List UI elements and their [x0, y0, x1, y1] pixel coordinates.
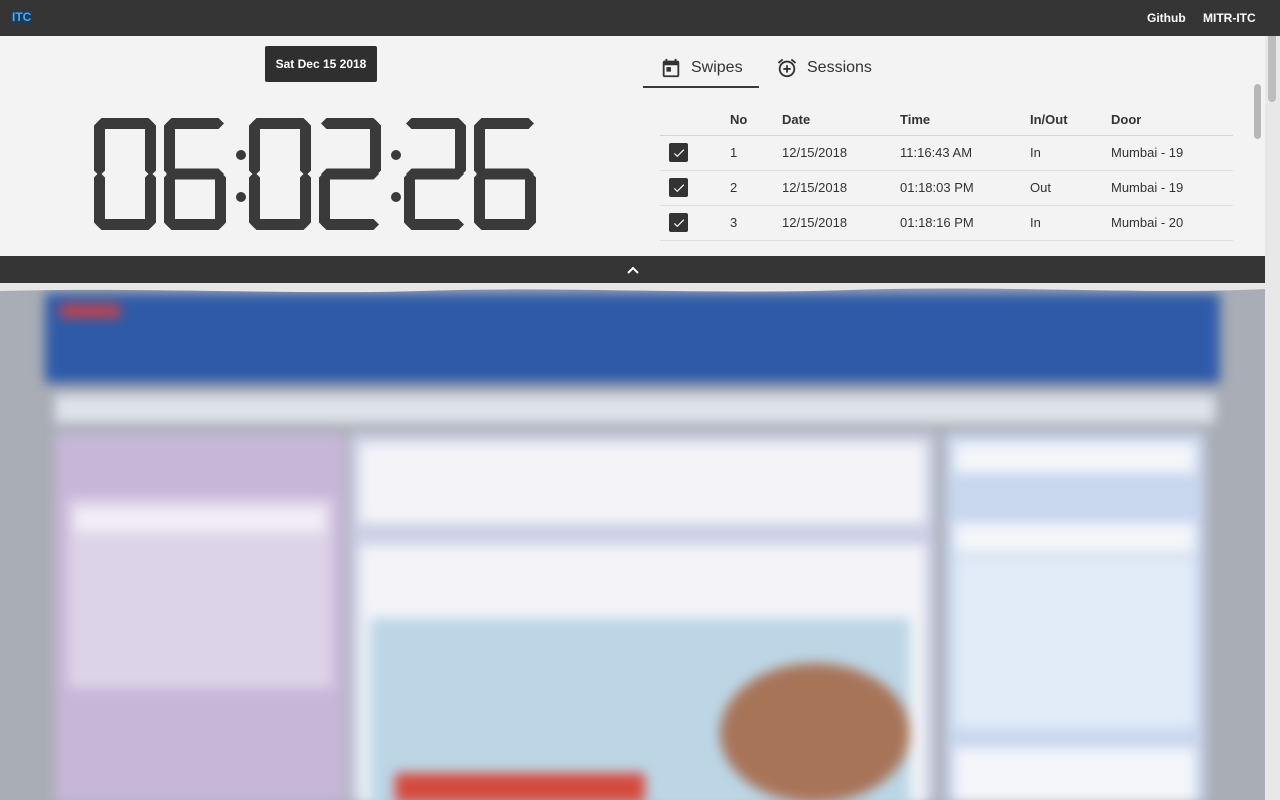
tab-swipes-label: Swipes: [691, 58, 743, 76]
clock-digit: [404, 118, 466, 230]
active-tab-indicator: [643, 86, 759, 88]
table-row: 3 12/15/2018 01:18:16 PM In Mumbai - 20: [660, 205, 1233, 241]
date-badge: Sat Dec 15 2018: [265, 46, 377, 82]
cell-door: Mumbai - 20: [1111, 205, 1233, 241]
clock-digit: [319, 118, 381, 230]
panel-scrollbar-thumb[interactable]: [1254, 84, 1261, 139]
tab-sessions[interactable]: Sessions: [776, 48, 872, 87]
cell-no: 1: [730, 135, 782, 171]
app-logo[interactable]: ITC: [11, 11, 33, 24]
cell-no: 2: [730, 170, 782, 206]
col-date: Date: [782, 100, 900, 136]
top-navbar: ITC Github MITR-ITC: [0, 0, 1280, 36]
row-checkbox[interactable]: [669, 143, 688, 162]
collapse-panel-button[interactable]: [0, 256, 1265, 283]
row-checkbox[interactable]: [669, 213, 688, 232]
panel-edge-wave: [0, 283, 1265, 293]
table-header-row: No Date Time In/Out Door: [660, 100, 1233, 136]
clock-digit: [94, 118, 156, 230]
col-time: Time: [900, 100, 1030, 136]
cell-inout: Out: [1030, 170, 1111, 206]
digital-clock: [90, 118, 550, 233]
check-icon: [673, 148, 684, 157]
cell-time: 01:18:03 PM: [900, 170, 1030, 206]
col-select: [660, 100, 730, 136]
background-page: [0, 283, 1280, 800]
chevron-up-icon: [626, 266, 639, 274]
cell-inout: In: [1030, 205, 1111, 241]
cell-time: 01:18:16 PM: [900, 205, 1030, 241]
col-inout: In/Out: [1030, 100, 1111, 136]
panel-tabs: Swipes Sessions: [643, 48, 1263, 88]
row-checkbox[interactable]: [669, 178, 688, 197]
clock-colon: [391, 150, 401, 202]
col-no: No: [730, 100, 782, 136]
swipes-table: No Date Time In/Out Door 1 12/15/2018 11…: [660, 100, 1233, 241]
check-icon: [673, 183, 684, 192]
tab-sessions-label: Sessions: [807, 58, 872, 76]
tab-swipes[interactable]: Swipes: [660, 48, 743, 87]
col-door: Door: [1111, 100, 1233, 136]
mitr-itc-link[interactable]: MITR-ITC: [1203, 11, 1256, 25]
cell-date: 12/15/2018: [782, 205, 900, 241]
clock-digit: [164, 118, 226, 230]
clock-digit: [249, 118, 311, 230]
alarm-add-icon: [776, 57, 798, 79]
page-scrollbar-track[interactable]: [1265, 0, 1280, 800]
table-row: 1 12/15/2018 11:16:43 AM In Mumbai - 19: [660, 135, 1233, 171]
cell-date: 12/15/2018: [782, 135, 900, 171]
cell-no: 3: [730, 205, 782, 241]
cell-date: 12/15/2018: [782, 170, 900, 206]
check-icon: [673, 218, 684, 227]
calendar-icon: [660, 57, 682, 79]
swipe-panel: Sat Dec 15 2018 Swipes Sessions No Date …: [0, 36, 1265, 256]
cell-door: Mumbai - 19: [1111, 135, 1233, 171]
cell-door: Mumbai - 19: [1111, 170, 1233, 206]
table-row: 2 12/15/2018 01:18:03 PM Out Mumbai - 19: [660, 170, 1233, 206]
github-link[interactable]: Github: [1147, 11, 1186, 25]
cell-time: 11:16:43 AM: [900, 135, 1030, 171]
clock-digit: [474, 118, 536, 230]
cell-inout: In: [1030, 135, 1111, 171]
clock-colon: [236, 150, 246, 202]
